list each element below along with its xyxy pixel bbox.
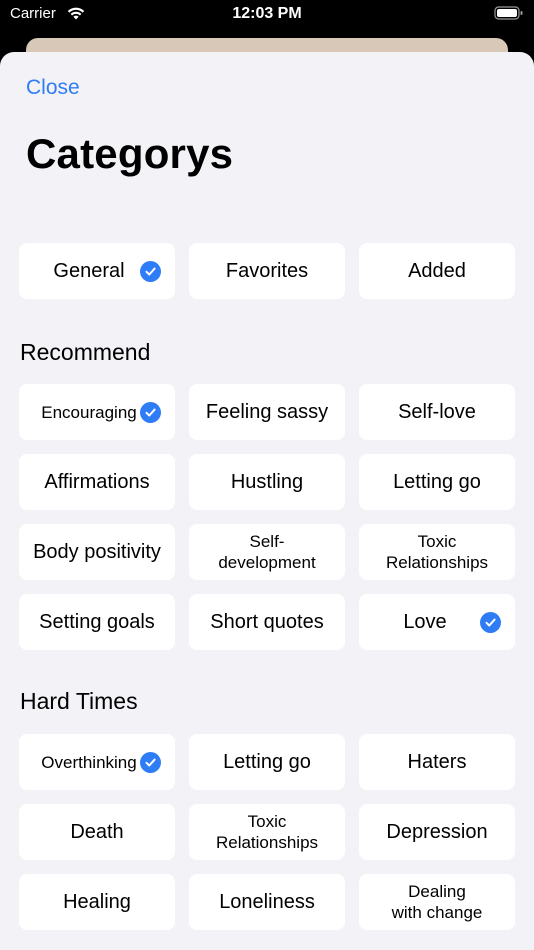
category-chip-dealing-with-change[interactable]: Dealing with change	[359, 874, 515, 930]
category-chip-letting-go[interactable]: Letting go	[359, 454, 515, 510]
category-chip-self-development[interactable]: Self- development	[189, 524, 345, 580]
category-label: Dealing with change	[391, 882, 483, 922]
hard-times-category-grid: Overthinking Letting go Haters Death Toxic R…	[19, 734, 515, 930]
category-chip-toxic-relationships[interactable]: Toxic Relationships	[189, 804, 345, 860]
category-chip-haters[interactable]: Haters	[359, 734, 515, 790]
clock: 12:03 PM	[232, 5, 302, 22]
categories-sheet: Close Categorys General Favorites Added Re…	[0, 52, 534, 950]
category-chip-setting-goals[interactable]: Setting goals	[19, 594, 175, 650]
category-label: Self-love	[398, 401, 476, 423]
category-label: General	[53, 260, 125, 282]
category-label: Body positivity	[33, 541, 161, 563]
category-chip-love[interactable]: Love	[359, 594, 515, 650]
category-label: Depression	[386, 821, 488, 843]
category-chip-affirmations[interactable]: Affirmations	[19, 454, 175, 510]
category-chip-toxic-relationships[interactable]: Toxic Relationships	[359, 524, 515, 580]
category-label: Letting go	[223, 751, 311, 773]
category-chip-hustling[interactable]: Hustling	[189, 454, 345, 510]
category-chip-favorites[interactable]: Favorites	[189, 243, 345, 299]
category-label: Death	[70, 821, 124, 843]
category-label: Toxic Relationships	[215, 812, 319, 852]
category-chip-short-quotes[interactable]: Short quotes	[189, 594, 345, 650]
category-label: Feeling sassy	[205, 401, 329, 423]
category-label: Favorites	[225, 260, 309, 282]
category-chip-depression[interactable]: Depression	[359, 804, 515, 860]
category-chip-encouraging[interactable]: Encouraging	[19, 384, 175, 440]
category-label: Encouraging	[41, 402, 137, 422]
checkmark-icon	[140, 261, 161, 282]
close-button[interactable]: Close	[26, 76, 80, 100]
checkmark-icon	[480, 612, 501, 633]
category-label: Haters	[407, 751, 467, 773]
category-chip-body-positivity[interactable]: Body positivity	[19, 524, 175, 580]
category-chip-loneliness[interactable]: Loneliness	[189, 874, 345, 930]
checkmark-icon	[140, 402, 161, 423]
category-label: Letting go	[393, 471, 481, 493]
category-chip-letting-go[interactable]: Letting go	[189, 734, 345, 790]
category-chip-overthinking[interactable]: Overthinking	[19, 734, 175, 790]
checkmark-icon	[140, 752, 161, 773]
category-label: Added	[408, 260, 466, 282]
category-label: Overthinking	[41, 752, 137, 772]
top-category-grid: General Favorites Added	[19, 243, 515, 299]
category-label: Love	[403, 611, 447, 633]
category-label: Hustling	[230, 471, 304, 493]
category-chip-added[interactable]: Added	[359, 243, 515, 299]
category-chip-self-love[interactable]: Self-love	[359, 384, 515, 440]
category-label: Toxic Relationships	[385, 532, 489, 572]
page-title: Categorys	[26, 130, 234, 177]
category-label: Loneliness	[219, 891, 315, 913]
category-chip-feeling-sassy[interactable]: Feeling sassy	[189, 384, 345, 440]
category-label: Setting goals	[39, 611, 155, 633]
category-chip-healing[interactable]: Healing	[19, 874, 175, 930]
category-chip-death[interactable]: Death	[19, 804, 175, 860]
section-title-hard-times: Hard Times	[20, 688, 138, 714]
category-label: Self- development	[218, 532, 316, 572]
category-chip-general[interactable]: General	[19, 243, 175, 299]
category-label: Short quotes	[210, 611, 324, 633]
battery-icon	[494, 6, 523, 20]
section-title-recommend: Recommend	[20, 339, 151, 365]
status-bar: Carrier 12:03 PM	[0, 0, 534, 32]
recommend-category-grid: Encouraging Feeling sassy Self-love Affirma…	[19, 384, 515, 650]
category-label: Healing	[63, 891, 131, 913]
category-label: Affirmations	[44, 471, 150, 493]
